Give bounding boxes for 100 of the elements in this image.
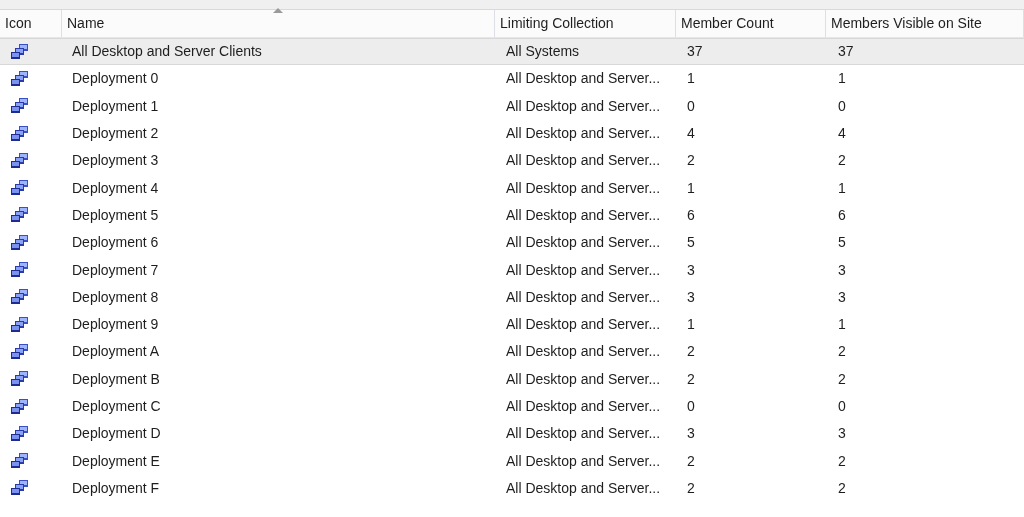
table-cell: 2 xyxy=(838,370,846,387)
table-cell: All Systems xyxy=(506,43,580,60)
computers-icon xyxy=(11,262,29,278)
table-cell: 4 xyxy=(687,125,695,142)
table-row[interactable]: Deployment 6 All Desktop and Server... 5 5 xyxy=(0,229,1024,257)
table-cell: 5 xyxy=(838,234,846,251)
sort-arrow-icon xyxy=(273,8,283,13)
table-row[interactable]: Deployment 2 All Desktop and Server... 4 4 xyxy=(0,119,1024,148)
table-cell: 0 xyxy=(687,97,695,114)
table-cell: 2 xyxy=(687,343,695,360)
table-cell: All Desktop and Server... xyxy=(506,398,661,414)
table-cell: All Desktop and Server... xyxy=(506,370,661,387)
computers-icon xyxy=(11,343,29,360)
table-cell: 0 xyxy=(838,398,846,414)
table-cell: 0 xyxy=(838,97,846,114)
table-cell: All Desktop and Server... xyxy=(506,97,661,114)
table-cell: All Desktop and Server... xyxy=(506,152,661,169)
table-cell: All Desktop and Server... xyxy=(506,179,661,196)
table-row[interactable]: Deployment F All Desktop and Server... 2 2 xyxy=(0,474,1024,503)
table-cell: All Desktop and Server... xyxy=(506,288,661,305)
table-cell: 6 xyxy=(838,206,846,223)
table-cell: 1 xyxy=(687,179,695,196)
computers-icon xyxy=(11,43,29,60)
table-cell: All Desktop and Server... xyxy=(506,343,661,360)
table-cell: 3 xyxy=(687,425,695,442)
table-row[interactable]: Deployment 8 All Desktop and Server... 3 3 xyxy=(0,283,1024,311)
table-cell: 3 xyxy=(838,288,846,305)
computers-icon xyxy=(11,207,29,224)
table-cell: 2 xyxy=(838,152,846,169)
table-cell: Deployment F xyxy=(72,479,160,496)
table-cell: All Desktop and Server... xyxy=(506,234,661,251)
table-cell: Deployment A xyxy=(72,343,160,360)
column-header[interactable]: Limiting Collection xyxy=(495,10,676,37)
table-row[interactable]: Deployment D All Desktop and Server... 3 3 xyxy=(0,420,1024,448)
table-cell: 1 xyxy=(838,179,846,196)
table-cell: All Desktop and Server... xyxy=(506,425,661,442)
computers-icon xyxy=(11,289,29,306)
table-cell: Deployment B xyxy=(72,370,160,387)
computers-icon xyxy=(11,125,29,142)
table-cell: Deployment E xyxy=(72,452,160,469)
table-cell: Deployment 2 xyxy=(72,125,159,142)
table-cell: Deployment 7 xyxy=(72,261,159,278)
table-cell: 37 xyxy=(687,43,703,60)
table-cell: Deployment D xyxy=(72,425,161,442)
table-cell: All Desktop and Server... xyxy=(506,206,661,223)
table-cell: 0 xyxy=(687,398,695,414)
table-cell: 1 xyxy=(838,316,846,333)
table-row[interactable]: Deployment A All Desktop and Server... 2 2 xyxy=(0,338,1024,366)
column-header[interactable]: Member Count xyxy=(676,10,826,37)
computers-icon xyxy=(11,371,29,388)
table-cell: 2 xyxy=(838,479,846,496)
table-cell: Deployment 9 xyxy=(72,316,159,333)
table-row[interactable]: Deployment 4 All Desktop and Server... 1 1 xyxy=(0,174,1024,202)
table-cell: 4 xyxy=(838,125,846,142)
column-header[interactable]: Icon xyxy=(0,10,62,37)
table-cell: 2 xyxy=(687,152,695,169)
computers-icon xyxy=(11,398,29,415)
table-cell: 3 xyxy=(838,261,846,278)
table-cell: All Desktop and Server... xyxy=(506,125,661,142)
computers-icon xyxy=(11,480,29,497)
table-cell: All Desktop and Server... xyxy=(506,479,661,496)
table-cell: 6 xyxy=(687,206,695,223)
table-cell: All Desktop and Server... xyxy=(506,316,661,333)
table-row[interactable]: Deployment C All Desktop and Server... 0 0 xyxy=(0,392,1024,421)
table-cell: Deployment 6 xyxy=(72,234,159,251)
table-cell: 5 xyxy=(687,234,695,251)
column-header[interactable]: Name xyxy=(62,10,495,37)
table-row[interactable]: Deployment 3 All Desktop and Server... 2 2 xyxy=(0,147,1024,175)
table-cell: 3 xyxy=(687,288,695,305)
table-cell: 2 xyxy=(687,479,695,496)
table-cell: 2 xyxy=(838,343,846,360)
computers-icon xyxy=(11,453,29,470)
computers-icon xyxy=(11,70,29,87)
table-row[interactable]: Deployment 1 All Desktop and Server... 0 0 xyxy=(0,92,1024,120)
table-cell: Deployment 0 xyxy=(72,70,159,87)
table-cell: Deployment 4 xyxy=(72,179,159,196)
computers-icon xyxy=(11,316,29,333)
table-row[interactable]: Deployment B All Desktop and Server... 2 2 xyxy=(0,365,1024,393)
computers-icon xyxy=(11,152,29,169)
table-cell: 2 xyxy=(838,452,846,469)
table-cell: 37 xyxy=(838,43,854,60)
table-row[interactable]: Deployment 7 All Desktop and Server... 3 3 xyxy=(0,256,1024,284)
table-cell: 2 xyxy=(687,370,695,387)
column-header[interactable]: Members Visible on Site xyxy=(826,10,1024,37)
table-row[interactable]: Deployment 9 All Desktop and Server... 1 1 xyxy=(0,310,1024,339)
table-row[interactable]: Deployment 5 All Desktop and Server... 6 6 xyxy=(0,201,1024,230)
table-cell: All Desktop and Server... xyxy=(506,452,661,469)
table-cell: All Desktop and Server Clients xyxy=(72,43,262,60)
table-cell: 2 xyxy=(687,452,695,469)
computers-icon xyxy=(11,425,29,442)
table-cell: 3 xyxy=(838,425,846,442)
table-row[interactable]: All Desktop and Server Clients All Systems 37 37 xyxy=(0,38,1024,66)
computers-icon xyxy=(11,180,29,197)
table-cell: Deployment 3 xyxy=(72,152,159,169)
computers-icon xyxy=(11,98,29,115)
table-cell: 1 xyxy=(687,70,695,87)
table-cell: Deployment C xyxy=(72,398,161,414)
table-cell: All Desktop and Server... xyxy=(506,70,661,87)
table-row[interactable]: Deployment 0 All Desktop and Server... 1 1 xyxy=(0,65,1024,93)
table-row[interactable]: Deployment E All Desktop and Server... 2 2 xyxy=(0,447,1024,475)
